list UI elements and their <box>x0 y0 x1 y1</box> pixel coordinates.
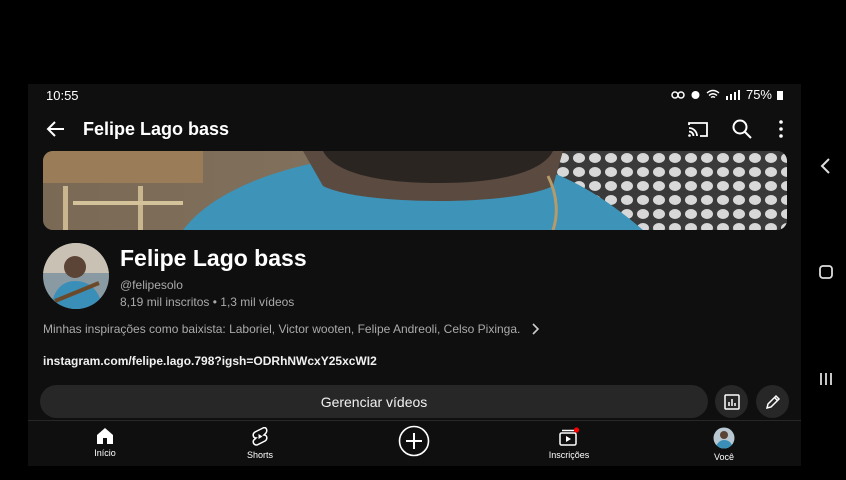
alarm-icon <box>691 91 700 99</box>
nav-home-label: Início <box>94 448 116 458</box>
profile-avatar <box>713 427 735 449</box>
chevron-left-icon <box>820 158 830 174</box>
system-recents-button[interactable] <box>812 365 840 393</box>
status-icons: 75% <box>671 87 783 102</box>
nav-home[interactable]: Início <box>70 427 140 458</box>
nav-you[interactable]: Você <box>689 427 759 462</box>
channel-banner <box>43 151 787 230</box>
manage-videos-button[interactable]: Gerenciar vídeos <box>40 385 708 418</box>
square-icon <box>819 265 833 279</box>
more-options-button[interactable] <box>769 117 793 141</box>
phone-screen: 10:55 75% Felipe Lago bass Felipe Lago b… <box>28 84 801 466</box>
cast-icon <box>688 122 708 137</box>
nav-subscriptions[interactable]: Inscrições <box>534 427 604 460</box>
search-icon <box>732 119 752 139</box>
arrow-back-icon <box>46 121 64 137</box>
search-button[interactable] <box>730 117 754 141</box>
manage-videos-label: Gerenciar vídeos <box>320 393 428 410</box>
status-bar: 10:55 75% <box>28 84 801 106</box>
cast-button[interactable] <box>686 117 710 141</box>
nav-create[interactable] <box>379 425 449 457</box>
subscriptions-icon <box>559 427 580 446</box>
avatar-image <box>43 243 109 309</box>
home-icon <box>97 428 113 444</box>
recents-icon <box>820 373 832 385</box>
channel-link[interactable]: instagram.com/felipe.lago.798?igsh=ODRhN… <box>43 354 377 368</box>
app-bar: Felipe Lago bass <box>28 114 801 144</box>
battery-icon <box>777 90 783 100</box>
page-title: Felipe Lago bass <box>83 119 230 139</box>
stats-separator: • <box>212 295 217 309</box>
banner-image <box>43 151 787 230</box>
system-back-button[interactable] <box>812 152 840 180</box>
status-time: 10:55 <box>46 88 79 103</box>
chevron-right-icon <box>532 323 540 335</box>
edit-channel-button[interactable] <box>756 385 789 418</box>
wifi-icon <box>706 89 720 99</box>
channel-stats: 8,19 mil inscritos • 1,3 mil vídeos <box>120 295 294 309</box>
vpn-icon <box>671 90 685 99</box>
subscriber-count: 8,19 mil inscritos <box>120 295 210 309</box>
video-count: 1,3 mil vídeos <box>220 295 295 309</box>
shorts-icon <box>252 427 268 446</box>
nav-shorts[interactable]: Shorts <box>225 427 295 460</box>
nav-subscriptions-label: Inscrições <box>548 450 590 460</box>
signal-icon <box>725 90 740 100</box>
pencil-icon <box>765 394 780 409</box>
system-home-button[interactable] <box>812 258 840 286</box>
channel-avatar[interactable] <box>43 243 109 309</box>
nav-you-label: Você <box>713 452 735 462</box>
description-text: Minhas inspirações como baixista: Labori… <box>43 322 521 336</box>
notification-dot <box>573 427 580 433</box>
back-button[interactable] <box>44 117 68 141</box>
channel-name: Felipe Lago bass <box>120 245 307 271</box>
analytics-button[interactable] <box>715 385 748 418</box>
bottom-navigation: Início Shorts Inscrições Você <box>28 420 801 466</box>
analytics-icon <box>723 393 740 410</box>
create-icon <box>398 425 430 457</box>
channel-description[interactable]: Minhas inspirações como baixista: Labori… <box>43 322 540 336</box>
channel-handle: @felipesolo <box>120 278 183 292</box>
nav-shorts-label: Shorts <box>246 450 273 460</box>
more-vert-icon <box>779 120 783 138</box>
battery-percent: 75% <box>745 87 772 102</box>
